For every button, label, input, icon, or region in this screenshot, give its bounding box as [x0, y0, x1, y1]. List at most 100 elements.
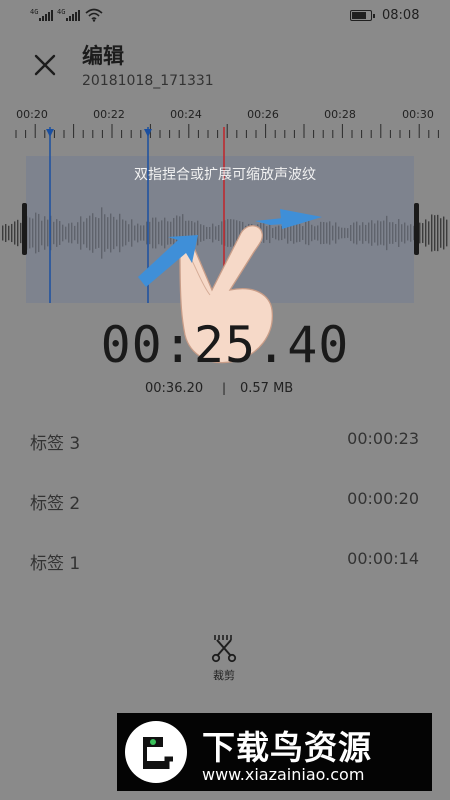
- signal-icon-1: [39, 10, 53, 21]
- waveform-bar: [32, 218, 34, 248]
- close-icon[interactable]: [32, 52, 58, 78]
- waveform-bar: [359, 225, 361, 241]
- timeline-ruler: 00:20 00:22 00:24 00:26 00:28 00:30: [0, 100, 450, 160]
- page-title: 编辑: [82, 44, 124, 68]
- waveform-bar: [122, 219, 124, 247]
- waveform-bar: [68, 223, 70, 243]
- waveform-bar: [44, 216, 46, 250]
- waveform-bar: [62, 224, 64, 242]
- waveform-bar: [86, 218, 88, 248]
- battery-icon: [350, 10, 375, 21]
- network-type-label-1: 4G: [30, 8, 39, 16]
- waveform-bar: [71, 222, 73, 244]
- waveform-bar: [365, 224, 367, 242]
- waveform-bar: [389, 222, 391, 244]
- watermark-brand: 下载鸟资源: [202, 728, 372, 767]
- waveform-bar: [65, 226, 67, 240]
- waveform-bar: [74, 225, 76, 241]
- waveform-bar: [431, 214, 433, 252]
- waveform-bar: [440, 218, 442, 248]
- waveform-bar: [374, 223, 376, 243]
- zoom-instruction: 双指捏合或扩展可缩放声波纹: [134, 167, 316, 183]
- waveform-bar: [47, 219, 49, 247]
- waveform-bar: [422, 223, 424, 243]
- waveform-bar: [35, 212, 37, 254]
- waveform-bar: [428, 221, 430, 245]
- waveform-bar: [404, 222, 406, 244]
- waveform-bar: [398, 219, 400, 247]
- current-time: 00:25.40: [100, 316, 350, 374]
- waveform-bar: [92, 213, 94, 253]
- waveform-bar: [89, 215, 91, 251]
- waveform-bar: [353, 222, 355, 244]
- waveform-bar: [371, 220, 373, 246]
- waveform-bar: [56, 219, 58, 247]
- duration: 00:36.20: [145, 381, 204, 396]
- waveform-bar: [98, 218, 100, 248]
- waveform-bar: [395, 223, 397, 243]
- waveform-bar: [2, 225, 4, 241]
- waveform-bar: [341, 227, 343, 239]
- battery-level: [352, 12, 366, 19]
- waveform-bar: [113, 216, 115, 250]
- waveform-bar: [434, 215, 436, 251]
- waveform-bar: [59, 221, 61, 245]
- status-bar: 4G 4G 08:08: [0, 0, 450, 32]
- tag-label[interactable]: 标签 3: [30, 429, 80, 454]
- waveform-bar: [380, 221, 382, 245]
- waveform-bar: [332, 225, 334, 241]
- waveform-bar: [11, 223, 13, 243]
- tag-label[interactable]: 标签 1: [30, 549, 80, 574]
- waveform-bar: [77, 222, 79, 244]
- waveform-bar: [116, 219, 118, 247]
- wifi-icon: [85, 8, 103, 22]
- waveform-bar: [392, 222, 394, 244]
- tag-label[interactable]: 标签 2: [30, 489, 80, 514]
- timeline-ticks: [15, 124, 439, 138]
- waveform-bar: [377, 220, 379, 246]
- waveform-bar: [425, 219, 427, 247]
- cut-label: 裁剪: [213, 669, 235, 682]
- watermark-banner: 下载鸟资源 www.xiazainiao.com: [117, 713, 432, 791]
- waveform-bar: [368, 222, 370, 244]
- waveform-bar: [53, 221, 55, 245]
- tag-time[interactable]: 00:00:14: [347, 549, 419, 568]
- waveform-bar: [5, 224, 7, 242]
- waveform-bar: [386, 215, 388, 251]
- waveform-bar: [125, 220, 127, 246]
- cut-button[interactable]: 裁剪: [206, 632, 242, 684]
- waveform-bar: [356, 221, 358, 245]
- waveform-bar: [383, 220, 385, 246]
- trim-handle-right[interactable]: [414, 203, 419, 255]
- waveform-bar: [107, 217, 109, 249]
- waveform-bar: [104, 214, 106, 252]
- tag-time[interactable]: 00:00:20: [347, 489, 419, 508]
- waveform-bar: [95, 217, 97, 249]
- waveform-bar: [362, 222, 364, 244]
- file-size: 0.57 MB: [240, 381, 294, 396]
- bird-logo-icon: [125, 721, 187, 783]
- waveform-bar: [347, 228, 349, 238]
- waveform-bar: [419, 222, 421, 244]
- waveform-bar: [41, 220, 43, 246]
- waveform-bar: [38, 213, 40, 253]
- waveform-bar: [8, 225, 10, 241]
- waveform-bar: [344, 227, 346, 239]
- waveform-bar: [338, 226, 340, 240]
- tag-time[interactable]: 00:00:23: [347, 429, 419, 448]
- waveform-bar: [443, 216, 445, 250]
- waveform-bar: [350, 224, 352, 242]
- network-type-label-2: 4G: [57, 8, 66, 16]
- waveform-bar: [437, 214, 439, 252]
- waveform-bar: [29, 217, 31, 249]
- waveform-bar: [101, 207, 103, 259]
- info-divider: |: [222, 381, 227, 395]
- waveform-bar: [335, 222, 337, 244]
- watermark-url: www.xiazainiao.com: [202, 765, 365, 784]
- recording-filename: 20181018_171331: [82, 73, 214, 89]
- status-time: 08:08: [382, 8, 420, 23]
- waveform-bar: [14, 221, 16, 245]
- waveform-bar: [446, 219, 448, 247]
- trim-handle-left[interactable]: [22, 203, 27, 255]
- waveform-bar: [17, 219, 19, 247]
